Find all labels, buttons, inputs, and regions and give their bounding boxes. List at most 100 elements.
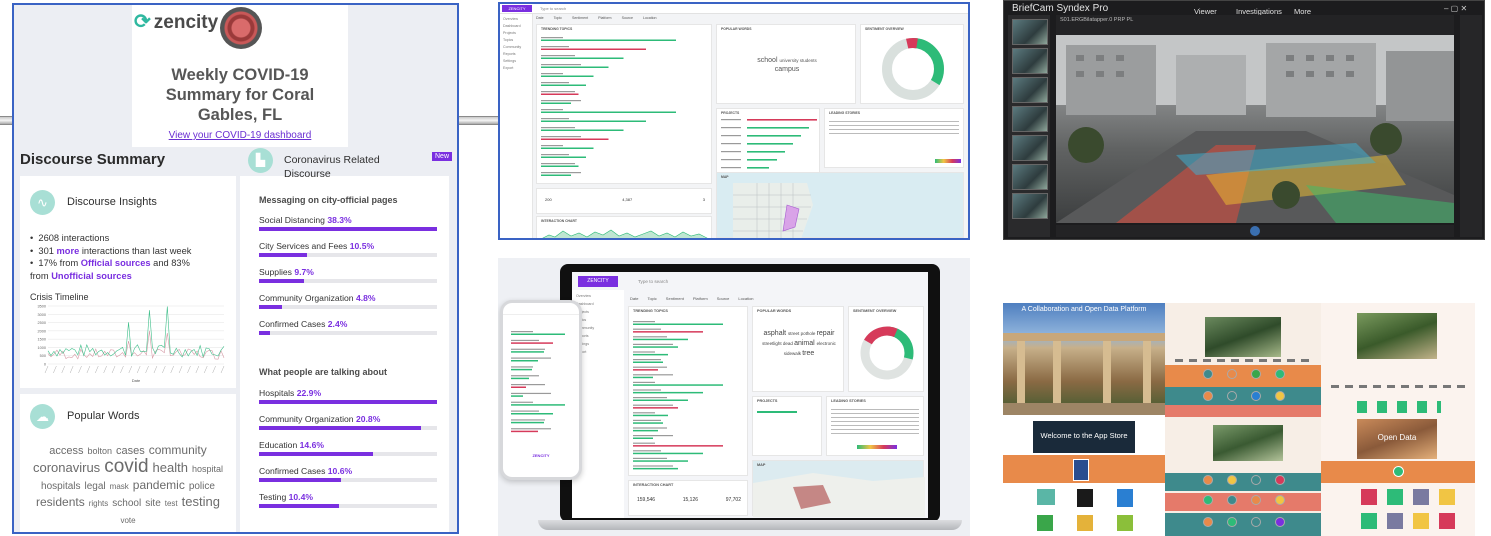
phone-app-icon[interactable] — [1073, 459, 1089, 481]
trend-topic-label — [633, 359, 661, 361]
camera-thumb[interactable] — [1012, 135, 1048, 161]
trending-topics-box: TRENDING TOPICS — [536, 24, 712, 184]
sidebar-item[interactable]: Projects — [576, 310, 620, 314]
app-icon[interactable] — [1227, 391, 1237, 401]
window-controls[interactable]: – ▢ ✕ — [1444, 4, 1467, 13]
search-input[interactable]: Type to search — [540, 6, 566, 11]
app-icon[interactable] — [1251, 495, 1261, 505]
camera-thumb[interactable] — [1012, 48, 1048, 74]
topic-label: Social Distancing 38.3% — [259, 215, 439, 225]
trending-bars — [541, 37, 676, 176]
search-input[interactable]: Type to search — [638, 279, 668, 284]
popular-words-card: ☁ Popular Words access bolton cases communi… — [20, 394, 236, 532]
app-icon[interactable] — [1251, 475, 1261, 485]
heatmap-video[interactable] — [1056, 35, 1454, 223]
camera-thumb[interactable] — [1012, 19, 1048, 45]
sidebar-item[interactable]: Dashboard — [576, 302, 620, 306]
sidebar-item[interactable]: Overview — [503, 17, 529, 21]
app-tile[interactable] — [1037, 515, 1053, 531]
dashboard-link[interactable]: View your COVID-19 dashboard — [134, 130, 346, 141]
dataset-icon[interactable] — [1387, 489, 1403, 505]
filter-tab[interactable]: Platform — [598, 16, 611, 20]
sidebar-item[interactable]: Settings — [576, 342, 620, 346]
camera-thumb[interactable] — [1012, 164, 1048, 190]
sidebar-item[interactable]: Reports — [503, 52, 529, 56]
project-bar — [747, 119, 817, 121]
filter-tab[interactable]: Sentiment — [666, 296, 684, 301]
app-icon[interactable] — [1275, 475, 1285, 485]
app-tile[interactable] — [1117, 489, 1133, 507]
sidebar-item[interactable]: Export — [503, 66, 529, 70]
app-tile[interactable] — [1077, 515, 1093, 531]
x-tick-mark — [95, 365, 99, 374]
camera-thumb[interactable] — [1012, 193, 1048, 219]
topic-name: Testing — [259, 492, 289, 502]
filter-tab[interactable]: Date — [630, 296, 638, 301]
play-button[interactable] — [1250, 226, 1260, 236]
sidebar-item[interactable]: Topics — [576, 318, 620, 322]
camera-thumb[interactable] — [1012, 106, 1048, 132]
app-tile[interactable] — [1117, 515, 1133, 531]
dataset-icon[interactable] — [1361, 513, 1377, 529]
word-cloud: access bolton cases communitycoronavirus cov… — [28, 442, 228, 528]
filter-tab[interactable]: Location — [643, 16, 657, 20]
trend-topic-label — [633, 457, 667, 459]
dataset-icon[interactable] — [1387, 513, 1403, 529]
filter-tab[interactable]: Source — [717, 296, 730, 301]
app-icon[interactable] — [1203, 517, 1213, 527]
filter-tab[interactable]: Sentiment — [572, 16, 588, 20]
app-icon[interactable] — [1275, 517, 1285, 527]
camera-thumb[interactable] — [1012, 77, 1048, 103]
app-icon[interactable] — [1251, 391, 1261, 401]
app-icon[interactable] — [1275, 495, 1285, 505]
app-icon[interactable] — [1227, 369, 1237, 379]
app-icon[interactable] — [1227, 475, 1237, 485]
filter-tab[interactable]: Date — [536, 16, 544, 20]
leading-stories-box: LEADING STORIES — [826, 396, 924, 456]
insight-text: 301 — [38, 245, 57, 256]
filter-tab[interactable]: Location — [738, 296, 753, 301]
trend-topic-bar — [511, 395, 523, 397]
filter-tab[interactable]: Source — [622, 16, 633, 20]
sidebar-item[interactable]: Dashboard — [503, 24, 529, 28]
stat-value: 3 — [702, 197, 705, 202]
trend-topic-bar — [511, 368, 532, 371]
filter-tab[interactable]: Topic — [647, 296, 656, 301]
app-icon[interactable] — [1275, 369, 1285, 379]
sidebar-item[interactable]: Settings — [503, 59, 529, 63]
sidebar-item[interactable]: Community — [503, 45, 529, 49]
app-icon[interactable] — [1227, 517, 1237, 527]
video-header: S01.ERGBilatapper.0 PRP PL — [1056, 15, 1454, 35]
app-icon[interactable] — [1251, 369, 1261, 379]
filter-tab[interactable]: Topic — [554, 16, 562, 20]
dataset-icon[interactable] — [1439, 489, 1455, 505]
box-title: LEADING STORIES — [831, 399, 866, 403]
sidebar-item[interactable]: Overview — [576, 294, 620, 298]
video-info: S01.ERGBilatapper.0 PRP PL — [1060, 17, 1134, 23]
playback-bar[interactable] — [1056, 225, 1454, 237]
dataset-icon[interactable] — [1361, 489, 1377, 505]
dataset-icon[interactable] — [1413, 513, 1429, 529]
dataset-icon[interactable] — [1439, 513, 1455, 529]
sidebar-item[interactable]: Projects — [503, 31, 529, 35]
app-icon[interactable] — [1203, 369, 1213, 379]
sidebar-item[interactable]: Topics — [503, 38, 529, 42]
topic-bar-track — [259, 331, 437, 335]
app-icon[interactable] — [1393, 466, 1404, 477]
filter-tab[interactable]: Platform — [693, 296, 708, 301]
connector-middle — [459, 116, 498, 125]
dataset-icon[interactable] — [1413, 489, 1429, 505]
sidebar-item[interactable]: Export — [576, 350, 620, 354]
projects-box: PROJECTS — [752, 396, 822, 456]
sidebar-item[interactable]: Reports — [576, 334, 620, 338]
app-icon[interactable] — [1227, 495, 1237, 505]
app-tile[interactable] — [1077, 489, 1093, 507]
app-icon[interactable] — [1275, 391, 1285, 401]
app-icon[interactable] — [1203, 391, 1213, 401]
sidebar-item[interactable]: Community — [576, 326, 620, 330]
app-icon[interactable] — [1251, 517, 1261, 527]
topic-name: City Services and Fees — [259, 241, 350, 251]
app-icon[interactable] — [1203, 475, 1213, 485]
app-tile[interactable] — [1037, 489, 1055, 505]
app-icon[interactable] — [1203, 495, 1213, 505]
